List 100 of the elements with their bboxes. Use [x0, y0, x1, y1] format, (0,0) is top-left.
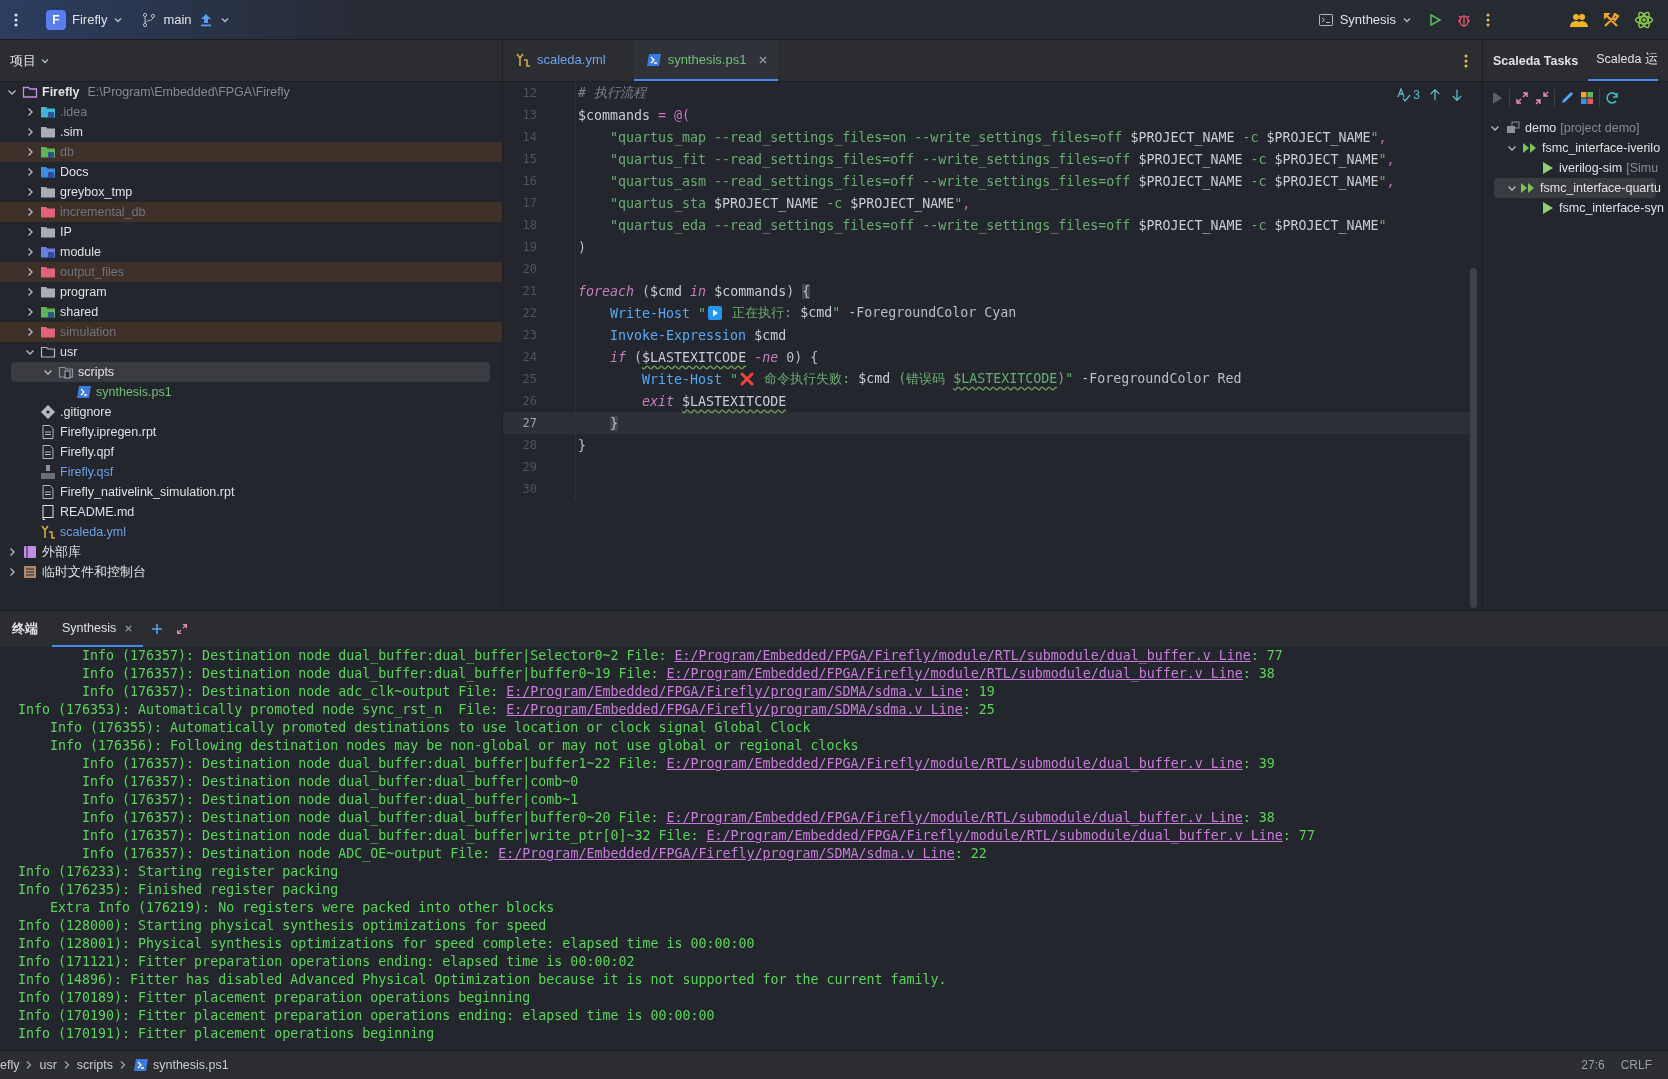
log-line: Info (176233): Starting register packing [18, 863, 340, 881]
file-link[interactable]: E:/Program/Embedded/FPGA/Firefly/module/RTL/submodule/dual_buffer.v Line [706, 828, 1283, 843]
collapse-icon[interactable] [1534, 90, 1550, 106]
file-link[interactable]: E:/Program/Embedded/FPGA/Firefly/program/SDMA/sdma.v Line [506, 702, 963, 717]
tree-row[interactable]: iverilog-sim [Simu [1483, 158, 1668, 178]
tree-row[interactable]: synthesis.ps1 [0, 382, 502, 402]
tree-row[interactable]: 外部库 [0, 542, 502, 562]
file-link[interactable]: E:/Program/Embedded/FPGA/Firefly/module/RTL/submodule/dual_buffer.v Line [666, 810, 1243, 825]
file-link[interactable]: E:/Program/Embedded/FPGA/Firefly/module/RTL/submodule/dual_buffer.v Line [666, 756, 1243, 771]
chevron-icon[interactable] [1490, 123, 1500, 133]
chevron-icon[interactable] [7, 567, 17, 577]
log-line: Info (176357): Destination node dual_buffer:dual_buffer|buffer1~22 File: E:/Program/Embedded/FPGA/Firefly/module/RTL/submodule/dual_buffer.v Line: 39 [81, 755, 1276, 773]
chevron-icon[interactable] [1507, 183, 1517, 193]
pencil-icon[interactable] [1559, 90, 1575, 106]
code-text: } [578, 437, 586, 453]
tree-row[interactable]: Firefly.qsf [0, 462, 502, 482]
code-text: "quartus_map --read_settings_files=on --write_settings_files=off $PROJECT_NAME -c $PROJECT_NAME", [609, 129, 1387, 145]
log-line: Info (176357): Destination node dual_buffer:dual_buffer|buffer0~20 File: E:/Program/Embedded/FPGA/Firefly/module/RTL/submodule/dual_buffer.v Line: 38 [81, 809, 1276, 827]
panel-title[interactable]: 项目 [0, 40, 60, 81]
tree-row[interactable]: fsmc_interface-iverilo [1483, 138, 1668, 158]
chevron-icon [118, 1060, 127, 1070]
tree-row[interactable]: .gitignore [0, 402, 502, 422]
chevron-icon[interactable] [25, 347, 35, 357]
tree-row[interactable]: program [0, 282, 502, 302]
breadcrumb[interactable]: efly [0, 1058, 20, 1072]
tree-row[interactable]: shared [0, 302, 502, 322]
file-link[interactable]: E:/Program/Embedded/FPGA/Firefly/program/SDMA/sdma.v Line [498, 846, 955, 861]
spellcheck-icon [1397, 88, 1412, 102]
tree-row[interactable]: Firefly E:\Program\Embedded\FPGA\Firefly [0, 82, 502, 102]
file-link[interactable]: E:/Program/Embedded/FPGA/Firefly/module/RTL/submodule/dual_buffer.v Line [666, 666, 1243, 681]
tree-row[interactable]: greybox_tmp [0, 182, 502, 202]
tree-row[interactable]: usr [0, 342, 502, 362]
chevron-icon[interactable] [25, 207, 35, 217]
folder-icon [40, 164, 56, 180]
chevron-icon[interactable] [25, 307, 35, 317]
code-text: } [609, 415, 619, 431]
cursor-position[interactable]: 27:6 [1581, 1058, 1605, 1072]
panel-title: 终端 [11, 620, 39, 638]
chevron-icon[interactable] [25, 187, 35, 197]
prompt-icon [645, 51, 662, 68]
tree-row[interactable]: module [0, 242, 502, 262]
breadcrumb[interactable]: synthesis.ps1 [132, 1057, 229, 1073]
log-line: Info (170191): Fitter placement operations beginning [18, 1025, 436, 1043]
tree-row[interactable]: scripts [11, 362, 490, 382]
breadcrumb[interactable]: usr [39, 1058, 57, 1072]
chevron-icon[interactable] [25, 127, 35, 137]
chevron-icon[interactable] [7, 547, 17, 557]
breadcrumb[interactable]: scripts [76, 1058, 113, 1072]
chevron-icon[interactable] [25, 287, 35, 297]
chevron-icon[interactable] [1507, 143, 1517, 153]
run-config-selector[interactable]: Synthesis [1311, 7, 1418, 32]
code-text: "quartus_sta $PROJECT_NAME -c $PROJECT_NAME", [609, 195, 971, 211]
inspection-count[interactable]: 3 [1397, 88, 1420, 102]
chevron-icon[interactable] [25, 227, 35, 237]
tree-row[interactable]: Firefly.qpf [0, 442, 502, 462]
tree-row[interactable]: README.md [0, 502, 502, 522]
tree-row[interactable]: Docs [0, 162, 502, 182]
log-line: Info (170190): Fitter placement preparation operations ending: elapsed time is 00:00:00 [18, 1007, 716, 1025]
scrollbar-thumb[interactable] [1470, 268, 1477, 608]
chevron-icon[interactable] [25, 327, 35, 337]
chevron-icon[interactable] [25, 167, 35, 177]
log-line: Info (176357): Destination node dual_buffer:dual_buffer|Selector0~2 File: E:/Program/Embedded/FPGA/Firefly/module/RTL/submodule/dual_buffer.v Line: 77 [81, 647, 1284, 665]
up-arrow-icon[interactable] [1428, 88, 1442, 102]
code-text: foreach ($cmd in $commands) { [578, 283, 811, 299]
close-icon[interactable] [758, 54, 769, 65]
down-arrow-icon[interactable] [1450, 88, 1464, 102]
folder-icon [58, 364, 74, 380]
tree-row[interactable]: scaleda.yml [0, 522, 502, 542]
chevron-icon[interactable] [43, 367, 53, 377]
tree-row[interactable]: .sim [0, 122, 502, 142]
file-link[interactable]: E:/Program/Embedded/FPGA/Firefly/program/SDMA/sdma.v Line [506, 684, 963, 699]
tree-row[interactable]: 临时文件和控制台 [0, 562, 502, 582]
chevron-icon[interactable] [25, 147, 35, 157]
tree-row[interactable]: IP [0, 222, 502, 242]
chevron-icon[interactable] [25, 267, 35, 277]
chevron-icon [62, 1060, 71, 1070]
tree-row[interactable]: fsmc_interface-syn [1483, 198, 1668, 218]
grid-icon[interactable] [1579, 90, 1595, 106]
close-icon[interactable] [124, 623, 134, 633]
chevron-icon[interactable] [7, 87, 17, 97]
editor-tab[interactable]: synthesis.ps1 [633, 40, 779, 81]
editor-tab[interactable]: scaleda.yml [503, 40, 634, 81]
folder-icon [40, 184, 56, 200]
code-text: "quartus_asm --read_settings_files=off --write_settings_files=off $PROJECT_NAME -c $PROJECT_NAME", [609, 173, 1395, 189]
log-line: Extra Info (176219): No registers were packed into other blocks [49, 899, 556, 917]
refresh-icon[interactable] [1604, 90, 1620, 106]
code-text: $commands = @( [578, 107, 691, 123]
file-link[interactable]: E:/Program/Embedded/FPGA/Firefly/module/RTL/submodule/dual_buffer.v Line [674, 648, 1251, 663]
expand-icon[interactable] [1514, 90, 1530, 106]
tree-row[interactable]: Firefly_nativelink_simulation.rpt [0, 482, 502, 502]
project-switcher[interactable]: F Firefly [40, 5, 130, 34]
branch-switcher[interactable]: main [135, 7, 236, 32]
chevron-icon[interactable] [25, 107, 35, 117]
chevron-icon[interactable] [25, 247, 35, 257]
task-note: [project demo] [1560, 121, 1640, 135]
tree-row[interactable]: .idea [0, 102, 502, 122]
tree-row[interactable]: Firefly.ipregen.rpt [0, 422, 502, 442]
log-line: Info (176357): Destination node adc_clk~output File: E:/Program/Embedded/FPGA/Firefly/program/SDMA/sdma.v Line: 19 [81, 683, 996, 701]
line-ending[interactable]: CRLF [1620, 1058, 1652, 1072]
tree-row[interactable]: demo [project demo] [1483, 118, 1668, 138]
